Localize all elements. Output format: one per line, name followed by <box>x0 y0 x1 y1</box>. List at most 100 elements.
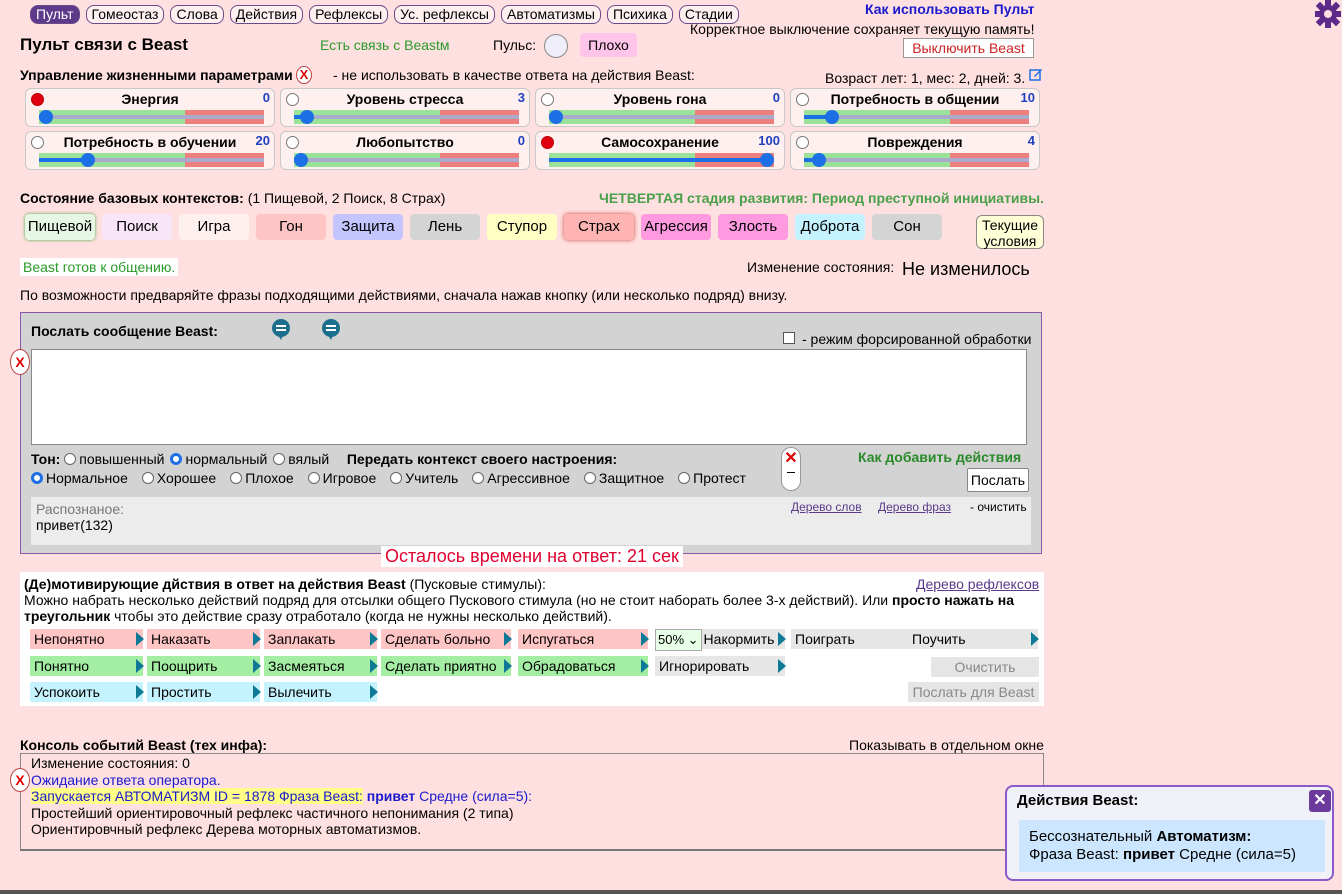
param-knob[interactable] <box>760 153 774 167</box>
param-slider[interactable] <box>804 110 1029 124</box>
triangle-icon[interactable] <box>253 685 261 699</box>
close-icon[interactable]: ✕ <box>1309 790 1331 812</box>
action-button[interactable]: Сделать больно <box>381 629 512 649</box>
gear-icon[interactable] <box>1312 0 1342 30</box>
param-slider[interactable] <box>549 153 774 167</box>
param-slider[interactable] <box>294 153 519 167</box>
triangle-icon[interactable] <box>136 632 144 646</box>
param-slider[interactable] <box>294 110 519 124</box>
action-button[interactable]: Понятно <box>30 656 144 676</box>
tone-option[interactable]: нормальный <box>170 451 267 467</box>
param-knob[interactable] <box>39 110 53 124</box>
send-button[interactable]: Послать <box>967 468 1029 492</box>
add-actions-link[interactable]: Как добавить действия <box>858 449 1021 465</box>
radio-icon[interactable] <box>141 472 154 484</box>
radio-icon[interactable] <box>390 472 403 484</box>
context-button[interactable]: Страх <box>564 214 634 240</box>
triangle-icon[interactable] <box>504 632 512 646</box>
triangle-icon[interactable] <box>778 659 786 673</box>
param-knob[interactable] <box>294 153 308 167</box>
radio-icon[interactable] <box>230 472 243 484</box>
radio-icon[interactable] <box>273 453 286 465</box>
nav-tab[interactable]: Автоматизмы <box>500 5 601 24</box>
triangle-icon[interactable] <box>641 632 649 646</box>
params-close-icon[interactable]: X <box>296 66 312 84</box>
action-button[interactable]: Наказать <box>147 629 261 649</box>
phrase-tree-link[interactable]: Дерево фраз <box>878 500 951 514</box>
triangle-icon[interactable] <box>778 632 786 646</box>
radio-icon[interactable] <box>64 453 77 465</box>
context-button[interactable]: Поиск <box>102 214 172 240</box>
mood-option[interactable]: Нормальное <box>31 470 128 486</box>
speech-bubble-icon-2[interactable] <box>320 318 342 340</box>
mood-option[interactable]: Протест <box>678 470 746 486</box>
help-link[interactable]: Как использовать Пульт <box>865 1 1034 17</box>
radio-icon[interactable] <box>583 472 596 484</box>
word-tree-link[interactable]: Дерево слов <box>791 500 862 514</box>
triangle-icon[interactable] <box>136 685 144 699</box>
console-window-link[interactable]: Показывать в отдельном окне <box>849 737 1044 753</box>
message-textarea[interactable] <box>31 349 1027 445</box>
triangle-icon[interactable] <box>370 685 378 699</box>
triangle-icon[interactable] <box>136 659 144 673</box>
forced-mode-checkbox[interactable] <box>783 332 795 344</box>
action-button[interactable]: Заплакать <box>264 629 378 649</box>
clear-actions-button[interactable]: Очистить <box>931 657 1039 677</box>
triangle-icon[interactable] <box>370 632 378 646</box>
mood-option[interactable]: Плохое <box>230 470 294 486</box>
nav-tab[interactable]: Действия <box>229 5 304 24</box>
action-button[interactable]: Засмеяться <box>264 656 378 676</box>
edit-icon[interactable] <box>1029 67 1043 81</box>
action-button[interactable]: Непонятно <box>30 629 144 649</box>
triangle-icon[interactable] <box>253 632 261 646</box>
mood-option[interactable]: Агрессивное <box>472 470 570 486</box>
context-button[interactable]: Злость <box>718 214 788 240</box>
clear-note[interactable]: - очистить <box>970 500 1027 514</box>
action-button[interactable]: Поучить <box>908 629 1039 649</box>
action-button[interactable]: Простить <box>147 682 261 702</box>
triangle-icon[interactable] <box>253 659 261 673</box>
console-close-icon[interactable]: X <box>10 768 30 792</box>
triangle-icon[interactable] <box>504 659 512 673</box>
clear-mood-icon[interactable]: ✕ <box>781 447 801 491</box>
context-button[interactable]: Лень <box>410 214 480 240</box>
context-button[interactable]: Игра <box>179 214 249 240</box>
action-button[interactable]: Поощрить <box>147 656 261 676</box>
param-knob[interactable] <box>300 110 314 124</box>
param-knob[interactable] <box>812 153 826 167</box>
radio-icon[interactable] <box>472 472 485 484</box>
param-slider[interactable] <box>39 110 264 124</box>
nav-tab[interactable]: Психика <box>606 5 673 24</box>
context-button[interactable]: Защита <box>333 214 403 240</box>
action-button[interactable]: Игнорировать <box>655 656 786 676</box>
context-button[interactable]: Пищевой <box>25 214 95 240</box>
context-button[interactable]: Ступор <box>487 214 557 240</box>
tone-option[interactable]: повышенный <box>64 451 164 467</box>
action-button[interactable]: Вылечить <box>264 682 378 702</box>
radio-icon[interactable] <box>31 472 43 484</box>
param-knob[interactable] <box>549 110 563 124</box>
radio-icon[interactable] <box>678 472 691 484</box>
reflex-tree-link[interactable]: Дерево рефлексов <box>916 576 1039 592</box>
nav-tab[interactable]: Пульт <box>30 5 80 24</box>
mood-option[interactable]: Хорошее <box>141 470 216 486</box>
current-conditions-button[interactable]: Текущие условия <box>976 215 1044 249</box>
radio-icon[interactable] <box>170 453 183 465</box>
action-button[interactable]: 50% ⌄ Накормить <box>655 629 786 651</box>
context-button[interactable]: Сон <box>872 214 942 240</box>
param-slider[interactable] <box>39 153 264 167</box>
mood-option[interactable]: Игровое <box>307 470 376 486</box>
triangle-icon[interactable] <box>370 659 378 673</box>
triangle-icon[interactable] <box>641 659 649 673</box>
action-button[interactable]: Обрадоваться <box>518 656 649 676</box>
nav-tab[interactable]: Слова <box>170 5 224 24</box>
param-slider[interactable] <box>549 110 774 124</box>
tone-option[interactable]: вялый <box>273 451 329 467</box>
triangle-icon[interactable] <box>1031 632 1039 646</box>
action-button[interactable]: Сделать приятно <box>381 656 512 676</box>
nav-tab[interactable]: Рефлексы <box>309 5 389 24</box>
send-for-beast-button[interactable]: Послать для Beast <box>908 682 1039 702</box>
mood-option[interactable]: Защитное <box>583 470 664 486</box>
speech-bubble-icon[interactable] <box>270 318 292 340</box>
param-slider[interactable] <box>804 153 1029 167</box>
